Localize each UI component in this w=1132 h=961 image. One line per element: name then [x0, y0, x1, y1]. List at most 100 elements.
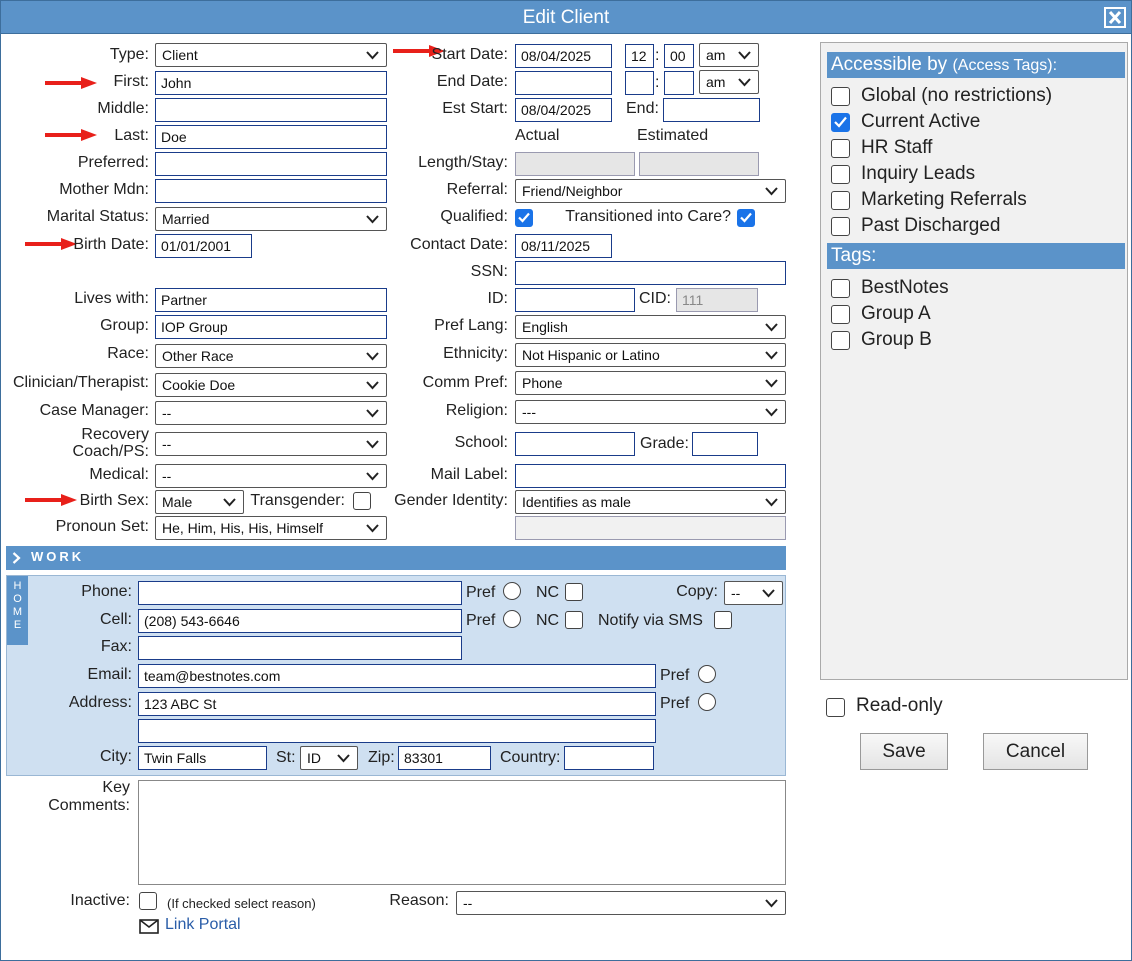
middle-name-input[interactable] [155, 98, 387, 122]
access-hr-staff-checkbox[interactable] [831, 139, 850, 158]
close-button[interactable] [1104, 7, 1126, 28]
transitioned-checkbox[interactable] [737, 209, 755, 227]
pref-lang-select[interactable]: English [515, 315, 786, 339]
actual-label: Actual [515, 127, 560, 144]
ssn-input[interactable] [515, 261, 786, 285]
ethnicity-label: Ethnicity: [443, 345, 508, 362]
read-only-checkbox[interactable] [826, 698, 845, 717]
lives-with-input[interactable]: Partner [155, 288, 387, 312]
school-input[interactable] [515, 432, 635, 456]
birth-date-input[interactable]: 01/01/2001 [155, 234, 252, 258]
home-tab[interactable]: H O M E [7, 576, 28, 645]
case-manager-select[interactable]: -- [155, 401, 387, 425]
start-date-input[interactable]: 08/04/2025 [515, 44, 612, 68]
marital-status-select[interactable]: Married [155, 207, 387, 231]
clinician-select[interactable]: Cookie Doe [155, 373, 387, 397]
zip-label: Zip: [368, 749, 395, 766]
checkmark-icon [834, 116, 847, 128]
access-current-active-label: Current Active [861, 111, 981, 132]
comm-pref-select[interactable]: Phone [515, 371, 786, 395]
access-current-active-checkbox[interactable] [831, 113, 850, 132]
medical-select[interactable]: -- [155, 464, 387, 488]
cell-nc-checkbox[interactable] [565, 611, 583, 629]
city-input[interactable]: Twin Falls [138, 746, 267, 770]
country-input[interactable] [564, 746, 654, 770]
phone-pref-radio[interactable] [503, 582, 521, 600]
first-name-input[interactable]: John [155, 71, 387, 95]
phone-input[interactable] [138, 581, 462, 605]
race-select[interactable]: Other Race [155, 344, 387, 368]
contact-date-input[interactable]: 08/11/2025 [515, 234, 612, 258]
pronoun-set-select[interactable]: He, Him, His, His, Himself [155, 516, 387, 540]
ethnicity-select[interactable]: Not Hispanic or Latino [515, 343, 786, 367]
gender-identity-select[interactable]: Identifies as male [515, 490, 786, 514]
chevron-down-icon [765, 408, 778, 417]
access-global-checkbox[interactable] [831, 87, 850, 106]
grade-input[interactable] [692, 432, 758, 456]
save-button[interactable]: Save [860, 733, 948, 770]
access-marketing-referrals-checkbox[interactable] [831, 191, 850, 210]
home-tab-letter: E [13, 619, 22, 631]
tag-group-b-label: Group B [861, 329, 932, 350]
preferred-name-input[interactable] [155, 152, 387, 176]
address-input[interactable]: 123 ABC St [138, 692, 656, 716]
end-minute-input[interactable] [664, 71, 694, 95]
state-select[interactable]: ID [300, 746, 358, 770]
tag-bestnotes-checkbox[interactable] [831, 279, 850, 298]
religion-select[interactable]: --- [515, 400, 786, 424]
tag-group-a-checkbox[interactable] [831, 305, 850, 324]
link-portal-link[interactable]: Link Portal [165, 915, 241, 935]
mother-maiden-input[interactable] [155, 179, 387, 203]
email-input[interactable]: team@bestnotes.com [138, 664, 656, 688]
id-input[interactable] [515, 288, 635, 312]
birth-sex-select[interactable]: Male [155, 490, 244, 514]
transgender-checkbox[interactable] [353, 492, 371, 510]
type-label: Type: [109, 46, 149, 63]
email-pref-radio[interactable] [698, 665, 716, 683]
address-pref-radio[interactable] [698, 693, 716, 711]
address-line2-input[interactable] [138, 719, 656, 743]
annotation-arrow-icon [25, 238, 77, 250]
marital-status-value: Married [162, 211, 210, 227]
inactive-checkbox[interactable] [139, 892, 157, 910]
referral-select[interactable]: Friend/Neighbor [515, 179, 786, 203]
est-start-input[interactable]: 08/04/2025 [515, 98, 612, 122]
end-hour-input[interactable] [625, 71, 654, 95]
medical-value: -- [162, 468, 172, 484]
phone-nc-checkbox[interactable] [565, 583, 583, 601]
transitioned-label: Transitioned into Care? [565, 208, 731, 225]
end-ampm-select[interactable]: am [699, 70, 759, 94]
start-ampm-select[interactable]: am [699, 43, 759, 67]
last-name-input[interactable]: Doe [155, 125, 387, 149]
copy-select[interactable]: -- [724, 581, 783, 605]
fax-label: Fax: [100, 638, 132, 655]
est-end-input[interactable] [663, 98, 760, 122]
recovery-coach-value: -- [162, 436, 172, 452]
end-ampm-value: am [706, 74, 726, 90]
notify-sms-checkbox[interactable] [714, 611, 732, 629]
access-past-discharged-checkbox[interactable] [831, 217, 850, 236]
access-past-discharged-label: Past Discharged [861, 215, 1001, 236]
annotation-arrow-icon [45, 77, 97, 89]
mail-label-input[interactable] [515, 464, 786, 488]
cell-input[interactable]: (208) 543-6646 [138, 609, 462, 633]
type-select[interactable]: Client [155, 43, 387, 67]
work-section-header[interactable]: WORK [6, 546, 786, 570]
zip-input[interactable]: 83301 [398, 746, 491, 770]
start-hour-input[interactable]: 12 [625, 44, 654, 68]
qualified-checkbox[interactable] [515, 209, 533, 227]
cell-pref-radio[interactable] [503, 610, 521, 628]
reason-select[interactable]: -- [456, 891, 786, 915]
start-minute-input[interactable]: 00 [664, 44, 694, 68]
key-comments-textarea[interactable] [138, 780, 786, 885]
chevron-down-icon [738, 78, 751, 87]
fax-input[interactable] [138, 636, 462, 660]
recovery-coach-select[interactable]: -- [155, 432, 387, 456]
access-inquiry-leads-checkbox[interactable] [831, 165, 850, 184]
estimated-label: Estimated [637, 127, 709, 144]
comm-pref-value: Phone [522, 375, 563, 391]
cancel-button[interactable]: Cancel [983, 733, 1088, 770]
end-date-input[interactable] [515, 71, 612, 95]
tag-group-b-checkbox[interactable] [831, 331, 850, 350]
group-input[interactable]: IOP Group [155, 315, 387, 339]
